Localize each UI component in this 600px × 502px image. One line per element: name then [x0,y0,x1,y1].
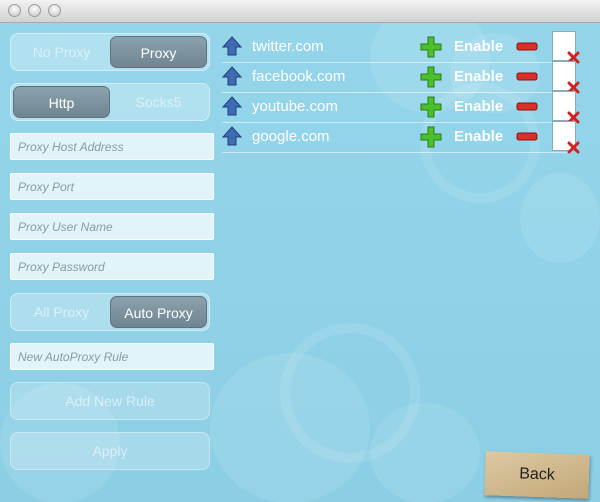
rule-row: youtube.com Enable [222,91,580,124]
move-up-arrow-icon[interactable] [222,96,242,116]
minus-icon[interactable] [516,101,538,112]
rule-domain: facebook.com [252,68,346,85]
background-bubble [370,403,480,502]
move-up-arrow-icon[interactable] [222,126,242,146]
proxy-username-field[interactable] [10,213,214,240]
rule-enable-checkbox[interactable] [552,91,580,124]
minus-icon[interactable] [516,131,538,142]
rule-enable-checkbox[interactable] [552,31,580,64]
proxy-scope-segmented-control: All Proxy Auto Proxy [10,293,210,331]
rule-row: twitter.com Enable [222,31,580,64]
proxy-option[interactable]: Proxy [110,36,207,68]
rule-domain: youtube.com [252,98,338,115]
autoproxy-rule-field[interactable] [10,343,214,370]
background-bubble [280,323,420,463]
no-proxy-option[interactable]: No Proxy [13,36,110,68]
background-bubble [210,353,370,502]
minus-icon[interactable] [516,41,538,52]
protocol-segmented-control: Http Socks5 [10,83,210,121]
enable-label[interactable]: Enable [454,128,503,145]
enable-label[interactable]: Enable [454,68,503,85]
all-proxy-option[interactable]: All Proxy [13,296,110,328]
auto-proxy-option[interactable]: Auto Proxy [110,296,207,328]
http-option[interactable]: Http [13,86,110,118]
title-bar [0,0,600,23]
proxy-mode-segmented-control: No Proxy Proxy [10,33,210,71]
zoom-window-button[interactable] [48,4,61,17]
plus-icon[interactable] [420,96,442,118]
rule-row: google.com Enable [222,121,580,154]
proxy-password-field[interactable] [10,253,214,280]
rule-row: facebook.com Enable [222,61,580,94]
add-new-rule-button[interactable]: Add New Rule [10,382,210,420]
rule-domain: twitter.com [252,38,324,55]
background-bubble [520,173,600,263]
minus-icon[interactable] [516,71,538,82]
enable-label[interactable]: Enable [454,98,503,115]
main-content: No Proxy Proxy Http Socks5 All Proxy Aut… [0,23,600,502]
plus-icon[interactable] [420,66,442,88]
rule-domain: google.com [252,128,330,145]
proxy-port-field[interactable] [10,173,214,200]
close-x-icon [567,141,580,154]
move-up-arrow-icon[interactable] [222,36,242,56]
rule-enable-checkbox[interactable] [552,121,580,154]
move-up-arrow-icon[interactable] [222,66,242,86]
plus-icon[interactable] [420,126,442,148]
plus-icon[interactable] [420,36,442,58]
app-window: No Proxy Proxy Http Socks5 All Proxy Aut… [0,0,600,502]
socks5-option[interactable]: Socks5 [110,86,207,118]
minimize-window-button[interactable] [28,4,41,17]
close-window-button[interactable] [8,4,21,17]
proxy-host-field[interactable] [10,133,214,160]
rule-enable-checkbox[interactable] [552,61,580,94]
apply-button[interactable]: Apply [10,432,210,470]
enable-label[interactable]: Enable [454,38,503,55]
back-button[interactable]: Back [484,451,590,499]
